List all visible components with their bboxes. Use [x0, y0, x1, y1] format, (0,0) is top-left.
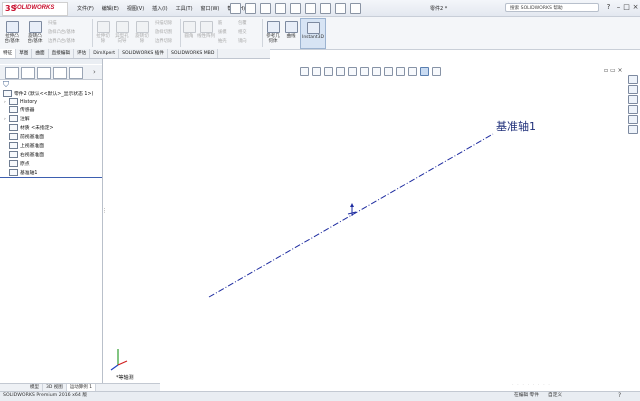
tab-motion-study[interactable]: 运动算例 1: [66, 384, 97, 391]
datum-axis-line[interactable]: [208, 133, 494, 298]
status-mode-text: 在编辑 零件: [514, 393, 539, 398]
reference-triad-icon: [110, 349, 128, 371]
origin-marker: [347, 203, 357, 216]
status-product-text: SOLIDWORKS Premium 2016 x64 版: [3, 393, 88, 398]
graphics-area[interactable]: [0, 0, 640, 400]
help-status-icon[interactable]: ?: [618, 392, 621, 399]
view-name-label: *等轴测: [116, 375, 134, 381]
tab-3d-views[interactable]: 3D 视图: [43, 384, 67, 391]
tab-model[interactable]: 模型: [0, 384, 43, 391]
watermark: · · · · · · · ·: [512, 382, 551, 388]
bottom-tabs: 模型 3D 视图 运动算例 1: [0, 383, 160, 391]
datum-axis-label[interactable]: 基准轴1: [496, 118, 536, 134]
status-unit-text[interactable]: 自定义: [548, 392, 562, 398]
